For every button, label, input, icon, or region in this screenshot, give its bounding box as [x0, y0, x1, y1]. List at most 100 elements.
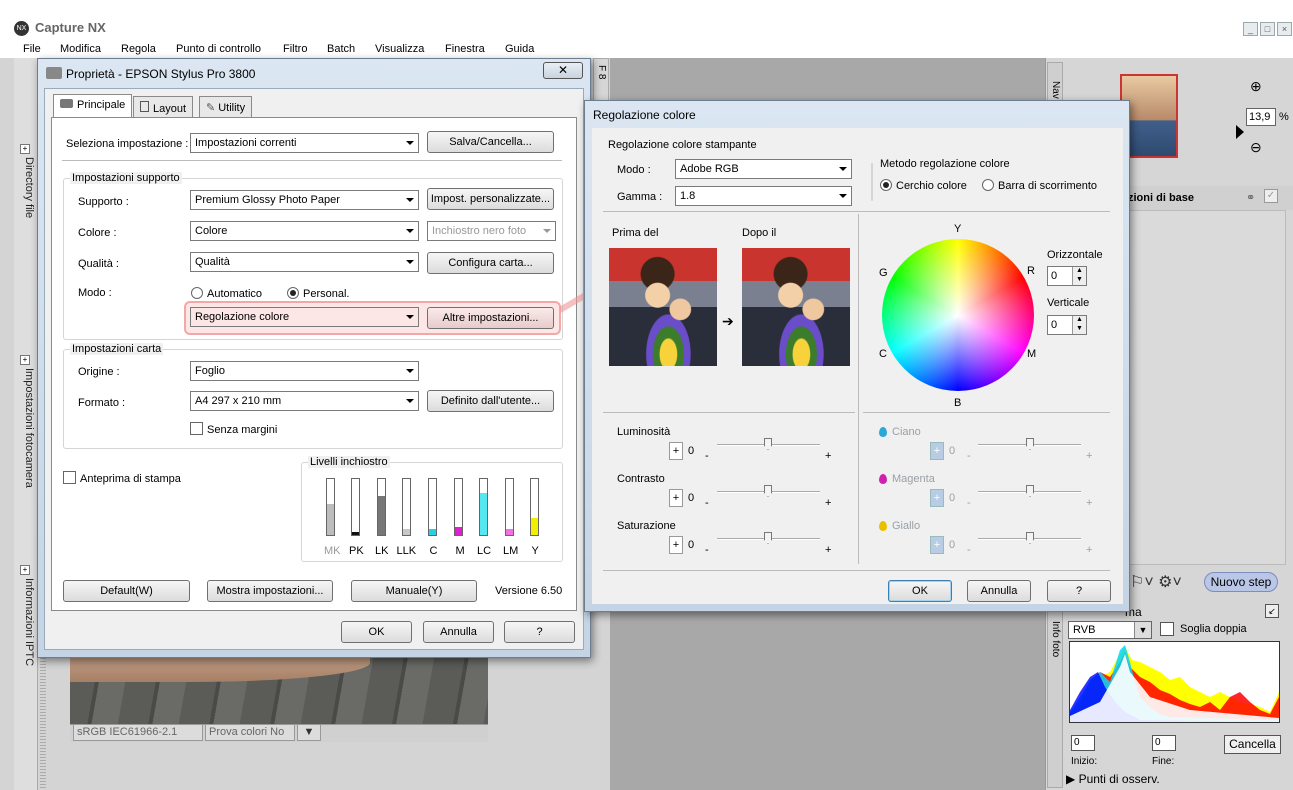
- save-cancel-button[interactable]: Salva/Cancella...: [427, 131, 554, 153]
- app-titlebar: [0, 18, 1293, 40]
- method-slider-radio[interactable]: [982, 179, 994, 191]
- menu-regola[interactable]: Regola: [121, 43, 156, 55]
- cancel-button[interactable]: Annulla: [423, 621, 494, 643]
- borderless-checkbox[interactable]: [190, 422, 203, 435]
- zoom-input[interactable]: 13,9: [1246, 108, 1276, 126]
- zoom-out-icon[interactable]: ⊖: [1250, 139, 1262, 156]
- mode-auto-label: Automatico: [207, 288, 263, 300]
- menu-guida[interactable]: Guida: [505, 43, 534, 55]
- maximize-icon[interactable]: □: [1260, 22, 1275, 36]
- spin-up-icon[interactable]: ▲: [1072, 267, 1086, 276]
- slider-value: 0: [948, 539, 956, 551]
- help-button[interactable]: ?: [504, 621, 575, 643]
- default-button[interactable]: Default(W): [63, 580, 190, 602]
- spin-down-icon[interactable]: ▼: [1072, 276, 1086, 285]
- dropdown-arrow-icon[interactable]: ▼: [297, 724, 321, 741]
- ok-button[interactable]: OK: [341, 621, 412, 643]
- ink-level-bar: [479, 478, 488, 536]
- paper-config-button[interactable]: Configura carta...: [427, 252, 554, 274]
- quality-dropdown[interactable]: Qualità: [190, 252, 419, 272]
- vertical-value: 0: [1051, 319, 1058, 331]
- tab-directory-file[interactable]: Directory file: [17, 157, 35, 218]
- menu-punto-di-controllo[interactable]: Punto di controllo: [176, 43, 261, 55]
- format-dropdown[interactable]: A4 297 x 210 mm: [190, 391, 419, 411]
- tab-impostazioni-fotocamera[interactable]: Impostazioni fotocamera: [17, 368, 35, 488]
- print-preview-checkbox[interactable]: [63, 471, 76, 484]
- menu-file[interactable]: File: [23, 43, 41, 55]
- menu-batch[interactable]: Batch: [327, 43, 355, 55]
- histogram-cancel-button[interactable]: Cancella: [1224, 735, 1281, 754]
- undock-icon[interactable]: ↙: [1265, 604, 1279, 618]
- horizontal-spinner[interactable]: 0 ▲ ▼: [1047, 266, 1087, 286]
- watch-points-section[interactable]: ▶ Punti di osserv.: [1066, 772, 1160, 786]
- checkmark-icon[interactable]: ✓: [1264, 189, 1278, 203]
- expand-icon[interactable]: +: [20, 355, 30, 365]
- color-cancel-button[interactable]: Annulla: [967, 580, 1031, 602]
- chevron-down-icon: [406, 229, 414, 233]
- close-icon[interactable]: ✕: [543, 62, 583, 79]
- source-label: Origine :: [78, 366, 120, 378]
- vertical-spinner[interactable]: 0 ▲ ▼: [1047, 315, 1087, 335]
- histogram-end-input[interactable]: 0: [1152, 735, 1176, 751]
- divider: [858, 214, 859, 564]
- chevron-down-icon[interactable]: ▼: [1134, 622, 1151, 638]
- menu-visualizza[interactable]: Visualizza: [375, 43, 424, 55]
- select-setting-dropdown[interactable]: Impostazioni correnti: [190, 133, 419, 153]
- tab-principale[interactable]: Principale: [53, 94, 133, 118]
- mode-auto-radio[interactable]: [191, 287, 203, 299]
- method-wheel-radio[interactable]: [880, 179, 892, 191]
- minimize-icon[interactable]: _: [1243, 22, 1258, 36]
- sign-toggle[interactable]: +: [669, 489, 683, 507]
- chevron-down-icon: [406, 198, 414, 202]
- custom-mode-dropdown[interactable]: Regolazione colore: [190, 307, 419, 327]
- custom-settings-button[interactable]: Impost. personalizzate...: [427, 188, 554, 210]
- divider: [603, 570, 1110, 571]
- dual-threshold-checkbox[interactable]: [1160, 622, 1174, 636]
- color-label: Colore :: [78, 227, 117, 239]
- divider: [62, 160, 562, 161]
- spin-down-icon[interactable]: ▼: [1072, 325, 1086, 334]
- color-mode-dropdown[interactable]: Adobe RGB: [675, 159, 852, 179]
- tab-informazioni-iptc[interactable]: Informazioni IPTC: [17, 578, 35, 666]
- crosshair-icon[interactable]: +: [952, 309, 959, 323]
- zoom-slider-pointer-icon[interactable]: [1236, 125, 1244, 139]
- ink-level-bar: [530, 478, 539, 536]
- manual-button[interactable]: Manuale(Y): [351, 580, 477, 602]
- mode-custom-radio[interactable]: [287, 287, 299, 299]
- source-dropdown[interactable]: Foglio: [190, 361, 419, 381]
- tab-layout[interactable]: Layout: [133, 96, 194, 118]
- show-settings-button[interactable]: Mostra impostazioni...: [207, 580, 333, 602]
- close-icon[interactable]: ×: [1277, 22, 1292, 36]
- ink-level-fill: [327, 504, 334, 535]
- slider-value[interactable]: 0: [684, 536, 698, 554]
- media-type-dropdown[interactable]: Premium Glossy Photo Paper: [190, 190, 419, 210]
- menu-modifica[interactable]: Modifica: [60, 43, 101, 55]
- other-settings-button[interactable]: Altre impostazioni...: [427, 307, 554, 329]
- zoom-in-icon[interactable]: ⊕: [1250, 78, 1262, 95]
- slider-value[interactable]: 0: [684, 442, 698, 460]
- paper-settings-title: Impostazioni carta: [70, 343, 164, 355]
- histogram-start-input[interactable]: 0: [1071, 735, 1095, 751]
- sign-toggle: +: [930, 536, 944, 554]
- step-tools-icon[interactable]: ⚐˅ ⚙˅: [1130, 572, 1182, 592]
- gamma-dropdown[interactable]: 1.8: [675, 186, 852, 206]
- color-ok-button[interactable]: OK: [888, 580, 952, 602]
- expand-icon[interactable]: +: [20, 565, 30, 575]
- color-help-button[interactable]: ?: [1047, 580, 1111, 602]
- spin-up-icon[interactable]: ▲: [1072, 316, 1086, 325]
- new-step-button[interactable]: Nuovo step: [1204, 572, 1278, 592]
- sign-toggle[interactable]: +: [669, 442, 683, 460]
- menu-finestra[interactable]: Finestra: [445, 43, 485, 55]
- slider-min: -: [967, 497, 971, 509]
- tab-utility[interactable]: ✎ Utility: [199, 96, 253, 118]
- link-icon[interactable]: ⚭: [1246, 191, 1255, 204]
- menu-filtro[interactable]: Filtro: [283, 43, 307, 55]
- ink-level-fill: [403, 529, 410, 535]
- sign-toggle[interactable]: +: [669, 536, 683, 554]
- slider-value[interactable]: 0: [684, 489, 698, 507]
- properties-dialog-title: Proprietà - EPSON Stylus Pro 3800: [66, 67, 256, 81]
- info-photo-tab[interactable]: Info foto: [1047, 610, 1063, 788]
- expand-icon[interactable]: +: [20, 144, 30, 154]
- user-defined-button[interactable]: Definito dall'utente...: [427, 390, 554, 412]
- color-dropdown[interactable]: Colore: [190, 221, 419, 241]
